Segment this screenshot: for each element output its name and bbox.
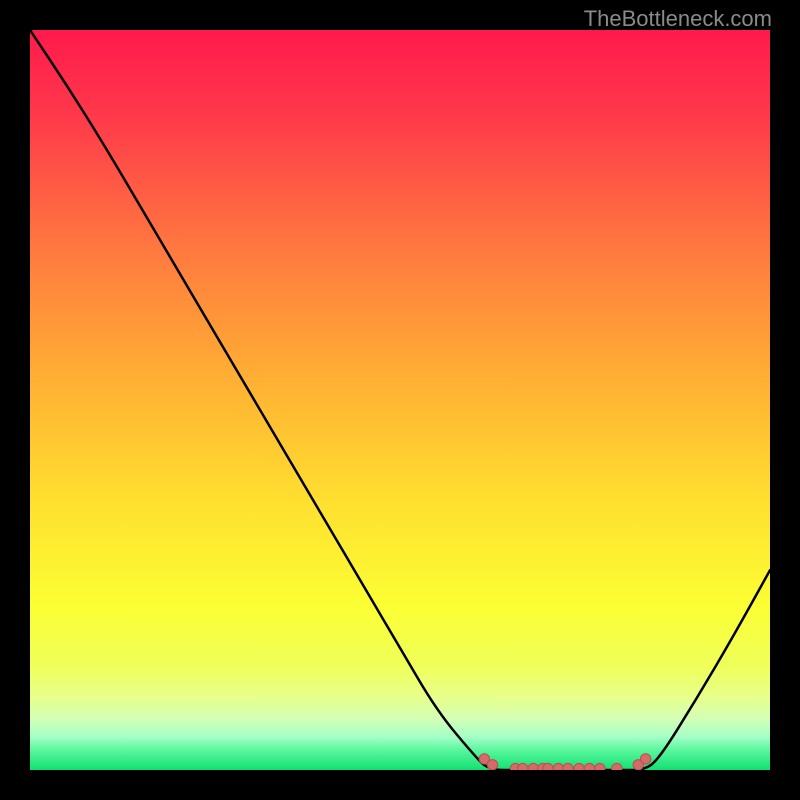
watermark-text: TheBottleneck.com [584,6,772,32]
marker-group [479,754,651,770]
chart-container: TheBottleneck.com [0,0,800,800]
plot-area [30,30,770,770]
curve-marker [563,763,573,770]
bottleneck-curve [30,30,770,770]
curve-layer [30,30,770,770]
curve-marker [487,760,497,770]
curve-marker [584,763,594,770]
curve-marker [528,763,538,770]
curve-marker [518,763,528,770]
curve-marker [543,763,553,770]
curve-marker [553,763,563,770]
curve-marker [612,763,622,770]
curve-marker [595,763,605,770]
curve-marker [640,754,650,764]
curve-marker [574,763,584,770]
